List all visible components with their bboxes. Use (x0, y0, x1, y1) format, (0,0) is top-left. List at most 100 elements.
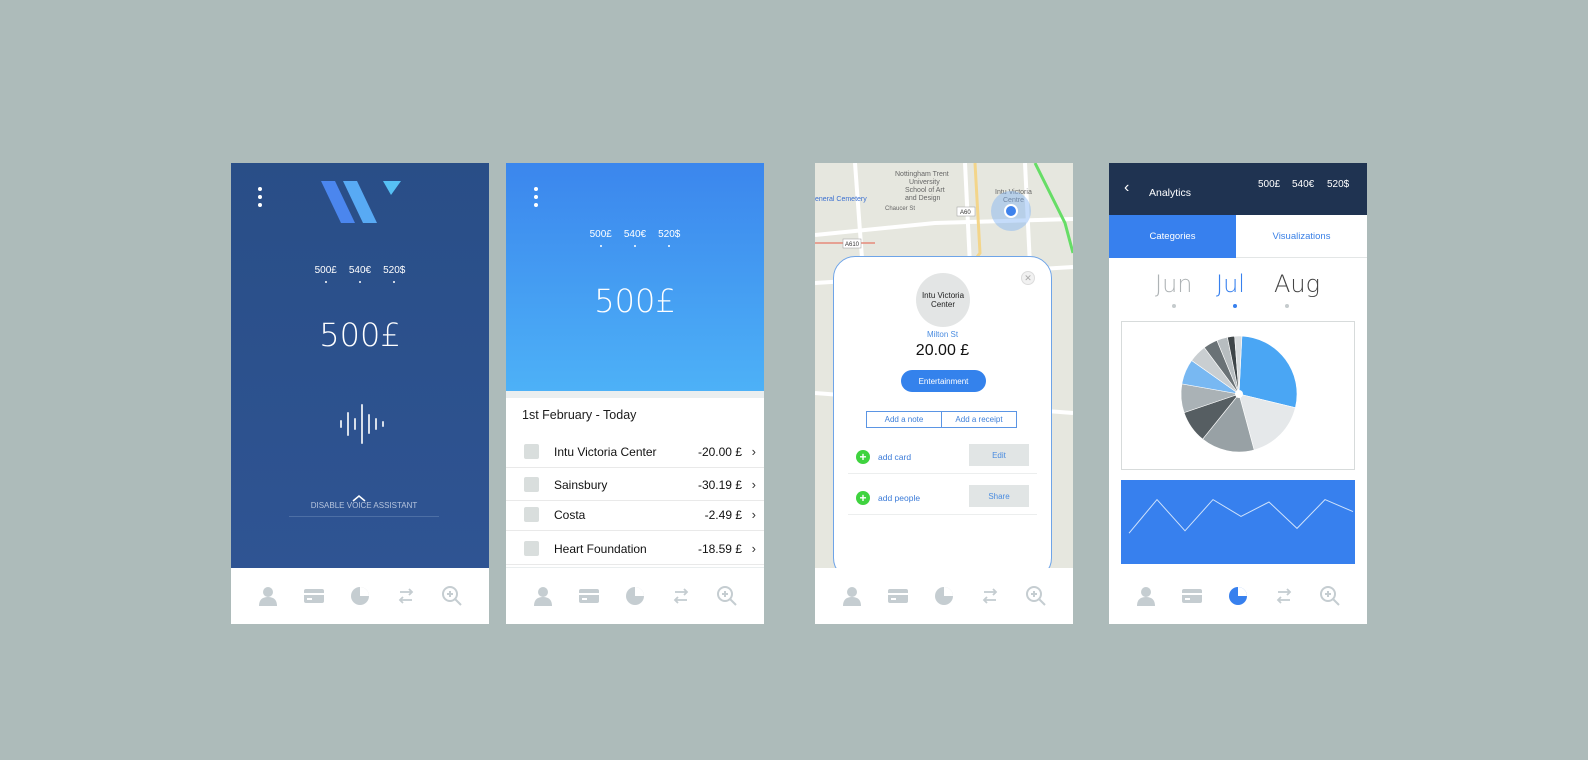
add-note-button[interactable]: Add a note (866, 411, 942, 428)
menu-icon[interactable] (534, 187, 538, 207)
street-label: Milton St (926, 330, 959, 339)
transfer-icon[interactable] (393, 583, 419, 609)
month-indicator (1172, 304, 1176, 308)
zoom-icon[interactable] (1317, 583, 1343, 609)
transaction-row[interactable]: Heart Foundation -18.59 £ › (506, 533, 764, 565)
currency-switcher: 500£ 540€ 520$ (231, 265, 489, 283)
currency-option-eur[interactable]: 540€ (349, 265, 371, 283)
voice-waveform-icon (340, 404, 384, 444)
tab-bar (506, 568, 764, 624)
transaction-row[interactable]: Intu Victoria Center -20.00 £ › (506, 436, 764, 468)
category-pie-chart (1180, 335, 1298, 453)
user-icon[interactable] (1133, 583, 1159, 609)
zoom-icon[interactable] (1023, 583, 1049, 609)
disable-voice-assistant-button[interactable]: DISABLE VOICE ASSISTANT (289, 501, 439, 517)
chevron-up-icon[interactable] (351, 489, 367, 502)
transaction-name: Intu Victoria Center (554, 444, 657, 459)
map-label: Chaucer St (885, 206, 915, 212)
transaction-amount: 20.00 £ (915, 342, 970, 359)
tab-categories[interactable]: Categories (1109, 215, 1236, 258)
user-icon[interactable] (530, 583, 556, 609)
map-label: and Design (905, 195, 941, 202)
spending-line-chart (1128, 498, 1354, 534)
month-selector: Jun Jul Aug (1109, 270, 1367, 310)
transaction-name: Costa (554, 507, 586, 522)
currency-option-eur[interactable]: 540€ (1292, 179, 1314, 190)
pie-chart-panel (1121, 321, 1355, 470)
card-icon[interactable] (576, 583, 602, 609)
share-button[interactable]: Share (969, 485, 1029, 507)
edit-button[interactable]: Edit (969, 444, 1029, 466)
transaction-checkbox[interactable] (524, 444, 539, 459)
currency-option-gbp[interactable]: 500£ (1258, 179, 1280, 190)
user-icon[interactable] (839, 583, 865, 609)
map-label: Nottingham Trent (895, 171, 949, 178)
currency-switcher: 500£ 540€ 520$ (506, 229, 764, 247)
analytics-screen: ‹ Analytics 500£ 540€ 520$ Categories Vi… (1109, 163, 1367, 624)
transaction-amount: -30.19 £ (697, 477, 742, 492)
menu-icon[interactable] (258, 187, 262, 207)
pie-chart-icon[interactable] (931, 583, 957, 609)
balance-amount: 500£ (319, 316, 401, 354)
plus-icon[interactable]: + (856, 450, 870, 464)
transaction-row[interactable]: Costa -2.49 £ › (506, 499, 764, 531)
line-chart-panel (1121, 480, 1355, 564)
voice-assistant-screen: 500£ 540€ 520$ 500£ DISABLE VOICE ASSIST… (231, 163, 489, 624)
transaction-name: Heart Foundation (554, 541, 647, 556)
currency-option-gbp[interactable]: 500£ (590, 229, 612, 247)
pie-chart-icon[interactable] (622, 583, 648, 609)
category-button[interactable]: Entertainment (901, 370, 986, 392)
add-people-link[interactable]: add people (878, 493, 920, 503)
zoom-icon[interactable] (439, 583, 465, 609)
date-range-label: 1st February - Today (522, 408, 637, 422)
transfer-icon[interactable] (1271, 583, 1297, 609)
add-receipt-button[interactable]: Add a receipt (941, 411, 1017, 428)
transaction-row[interactable]: Sainsbury -30.19 £ › (506, 469, 764, 501)
merchant-logo: Intu Victoria Center (916, 273, 970, 327)
card-icon[interactable] (885, 583, 911, 609)
tab-visualizations[interactable]: Visualizations (1236, 215, 1367, 258)
tab-bar (1109, 568, 1367, 624)
currency-option-usd[interactable]: 520$ (1327, 179, 1349, 190)
map-label: A610 (845, 242, 860, 248)
plus-icon[interactable]: + (856, 491, 870, 505)
analytics-header: ‹ Analytics 500£ 540€ 520$ (1109, 163, 1367, 215)
chevron-right-icon[interactable]: › (752, 444, 756, 459)
transfer-icon[interactable] (668, 583, 694, 609)
chevron-right-icon[interactable]: › (752, 477, 756, 492)
close-icon[interactable]: ✕ (1021, 271, 1035, 285)
month-option-selected[interactable]: Jul (1216, 270, 1245, 298)
chevron-right-icon[interactable]: › (752, 507, 756, 522)
month-indicator (1233, 304, 1237, 308)
user-icon[interactable] (255, 583, 281, 609)
balance-amount: 500£ (594, 282, 676, 320)
pie-chart-icon[interactable] (1225, 583, 1251, 609)
pie-chart-icon[interactable] (347, 583, 373, 609)
voice-panel: 500£ 540€ 520$ 500£ DISABLE VOICE ASSIST… (231, 163, 489, 568)
line-series (1128, 498, 1354, 534)
currency-option-usd[interactable]: 520$ (658, 229, 680, 247)
map-label: School of Art (905, 187, 945, 194)
month-option[interactable]: Aug (1274, 270, 1320, 298)
currency-option-gbp[interactable]: 500£ (315, 265, 337, 283)
add-people-row: + add people Share (848, 481, 1037, 515)
map-transaction-screen: Nottingham Trent University School of Ar… (815, 163, 1073, 624)
month-indicator (1285, 304, 1289, 308)
transfer-icon[interactable] (977, 583, 1003, 609)
currency-option-usd[interactable]: 520$ (383, 265, 405, 283)
card-icon[interactable] (301, 583, 327, 609)
currency-option-eur[interactable]: 540€ (624, 229, 646, 247)
transaction-amount: -20.00 £ (697, 444, 742, 459)
transaction-detail-card: ✕ Intu Victoria Center Milton St 20.00 £… (833, 256, 1052, 580)
transaction-checkbox[interactable] (524, 541, 539, 556)
add-card-link[interactable]: add card (878, 452, 911, 462)
zoom-icon[interactable] (714, 583, 740, 609)
card-icon[interactable] (1179, 583, 1205, 609)
transaction-checkbox[interactable] (524, 507, 539, 522)
transaction-checkbox[interactable] (524, 477, 539, 492)
month-option[interactable]: Jun (1155, 270, 1193, 298)
page-title: Analytics (1149, 187, 1192, 199)
back-icon[interactable]: ‹ (1124, 179, 1129, 197)
tab-bar (815, 568, 1073, 624)
chevron-right-icon[interactable]: › (752, 541, 756, 556)
